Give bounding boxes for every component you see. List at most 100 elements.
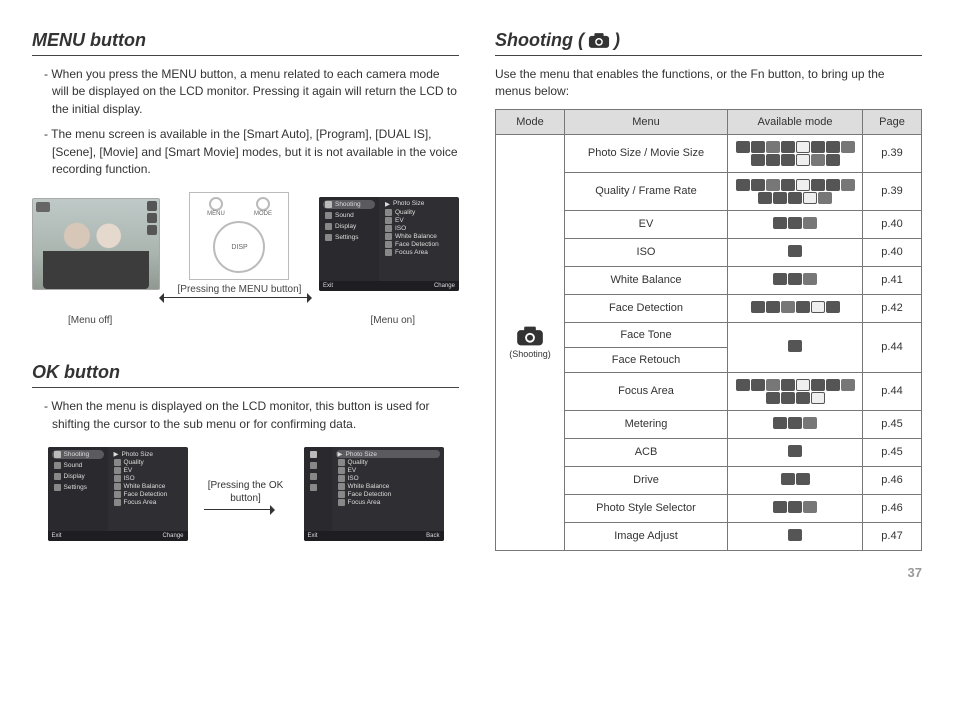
available-mode-cell <box>728 266 863 294</box>
bullet-item: When the menu is displayed on the LCD mo… <box>44 398 459 433</box>
page-cell: p.40 <box>863 210 922 238</box>
display-icon <box>325 223 332 230</box>
arrow-right-icon <box>204 509 274 510</box>
mode-label: MODE <box>241 211 284 217</box>
pressing-ok-caption: [Pressing the OK button] <box>204 479 288 510</box>
mode-icon <box>796 179 810 191</box>
left-column: MENU button When you press the MENU butt… <box>32 24 459 580</box>
double-arrow <box>32 295 459 309</box>
page-cell: p.46 <box>863 466 922 494</box>
menu-cell: White Balance <box>565 266 728 294</box>
mode-icon <box>796 301 810 313</box>
menu-cell: Drive <box>565 466 728 494</box>
mode-cell: (Shooting) <box>496 134 565 550</box>
menu-button-heading-text: MENU button <box>32 30 146 51</box>
menu-button-heading: MENU button <box>32 30 459 56</box>
menu-cell: Focus Area <box>565 372 728 410</box>
mode-icon <box>803 217 817 229</box>
menu-off-caption: [Menu off] <box>68 315 112 326</box>
mode-icon <box>736 379 750 391</box>
ok-button-heading: OK button <box>32 362 459 388</box>
mode-icon <box>781 179 795 191</box>
mode-icon <box>811 154 825 166</box>
mode-icon <box>841 379 855 391</box>
table-row: (Shooting)Photo Size / Movie Sizep.39 <box>496 134 922 172</box>
mode-icon <box>811 379 825 391</box>
mode-icon <box>773 501 787 513</box>
menu-cell: Face Detection <box>565 294 728 322</box>
mode-icon <box>766 301 780 313</box>
page-cell: p.41 <box>863 266 922 294</box>
page-cell: p.44 <box>863 372 922 410</box>
mode-icon <box>788 529 802 541</box>
mode-icon <box>788 273 802 285</box>
available-mode-cell <box>728 134 863 172</box>
mode-icon <box>781 141 795 153</box>
mode-icon <box>751 141 765 153</box>
available-mode-cell <box>728 172 863 210</box>
ok-button-figures: Shooting Sound Display Settings ▶Photo S… <box>32 447 459 541</box>
mode-icon <box>781 154 795 166</box>
mode-icon <box>788 340 802 352</box>
mode-icon <box>751 379 765 391</box>
mode-icon <box>796 392 810 404</box>
mode-icon <box>751 179 765 191</box>
shooting-intro: Use the menu that enables the functions,… <box>495 66 922 101</box>
mode-icon <box>736 141 750 153</box>
mode-icon <box>826 301 840 313</box>
ok-button-bullets: When the menu is displayed on the LCD mo… <box>32 398 459 433</box>
mode-icon <box>811 301 825 313</box>
mode-icon <box>803 192 817 204</box>
page-cell: p.40 <box>863 238 922 266</box>
shooting-heading-suffix: ) <box>614 30 620 51</box>
mode-icon <box>788 417 802 429</box>
bullet-item: When you press the MENU button, a menu r… <box>44 66 459 118</box>
disp-dial: DISP <box>213 221 265 273</box>
page-cell: p.47 <box>863 522 922 550</box>
mode-cell-label: (Shooting) <box>502 349 558 359</box>
control-diagram: MENU MODE DISP <box>189 192 289 280</box>
mode-icon <box>766 141 780 153</box>
mode-icon <box>773 273 787 285</box>
settings-icon <box>325 234 332 241</box>
mode-icon <box>788 245 802 257</box>
page-cell: p.45 <box>863 438 922 466</box>
mode-icon <box>781 392 795 404</box>
mode-icon <box>811 179 825 191</box>
menu-off-screenshot <box>32 198 160 290</box>
mode-icon <box>803 501 817 513</box>
mode-icon <box>788 501 802 513</box>
mode-icon <box>773 217 787 229</box>
mode-icon <box>766 379 780 391</box>
page-number: 37 <box>495 565 922 580</box>
menu-button-bullets: When you press the MENU button, a menu r… <box>32 66 459 178</box>
mode-icon <box>811 141 825 153</box>
mode-icon <box>818 192 832 204</box>
right-column: Shooting ( ) Use the menu that enables t… <box>495 24 922 580</box>
menu-cell: Metering <box>565 410 728 438</box>
menu-cell: ACB <box>565 438 728 466</box>
th-page: Page <box>863 109 922 134</box>
mode-icon <box>841 141 855 153</box>
available-mode-cell <box>728 322 863 372</box>
menu-button-figures: MENU MODE DISP [Pressing the MENU button… <box>32 192 459 295</box>
shooting-heading-prefix: Shooting ( <box>495 30 584 51</box>
ok-after-screenshot: ▶Photo Size Quality EV ISO White Balance… <box>304 447 444 541</box>
shooting-table: Mode Menu Available mode Page (Shooting)… <box>495 109 922 551</box>
shooting-heading: Shooting ( ) <box>495 30 922 56</box>
th-menu: Menu <box>565 109 728 134</box>
mode-icon <box>796 473 810 485</box>
page-cell: p.39 <box>863 134 922 172</box>
mode-icon <box>766 392 780 404</box>
mode-icon <box>773 192 787 204</box>
mode-icon <box>811 392 825 404</box>
page-cell: p.46 <box>863 494 922 522</box>
mode-icon <box>766 179 780 191</box>
menu-cell: EV <box>565 210 728 238</box>
mode-icon <box>796 379 810 391</box>
mode-icon <box>751 154 765 166</box>
available-mode-cell <box>728 466 863 494</box>
mode-icon <box>803 417 817 429</box>
mode-icon <box>796 154 810 166</box>
menu-on-screenshot: Shooting Sound Display Settings ▶Photo S… <box>319 197 459 291</box>
